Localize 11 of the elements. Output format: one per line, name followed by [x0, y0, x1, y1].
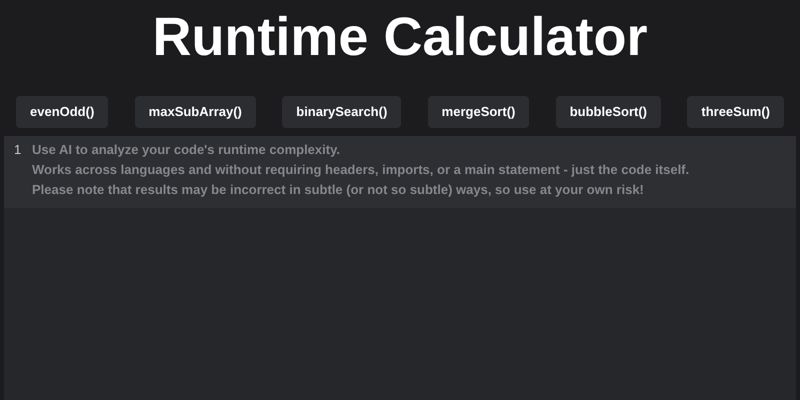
line-number: 1	[13, 141, 22, 159]
placeholder-text: Works across languages and without requiring headers, imports, or a main statement - just the code itself.	[32, 161, 690, 179]
page-title: Runtime Calculator	[152, 6, 648, 69]
example-button[interactable]: mergeSort()	[428, 96, 530, 128]
example-button[interactable]: evenOdd()	[16, 96, 108, 128]
placeholder-text: Please note that results may be incorrect in subtle (or not so subtle) ways, so use at your own risk!	[32, 181, 645, 199]
placeholder-text: Use AI to analyze your code's runtime complexity.	[32, 141, 341, 159]
example-button[interactable]: threeSum()	[687, 96, 784, 128]
example-button[interactable]: maxSubArray()	[134, 96, 256, 128]
example-button[interactable]: binarySearch()	[282, 96, 402, 128]
example-button[interactable]: bubbleSort()	[556, 96, 661, 128]
